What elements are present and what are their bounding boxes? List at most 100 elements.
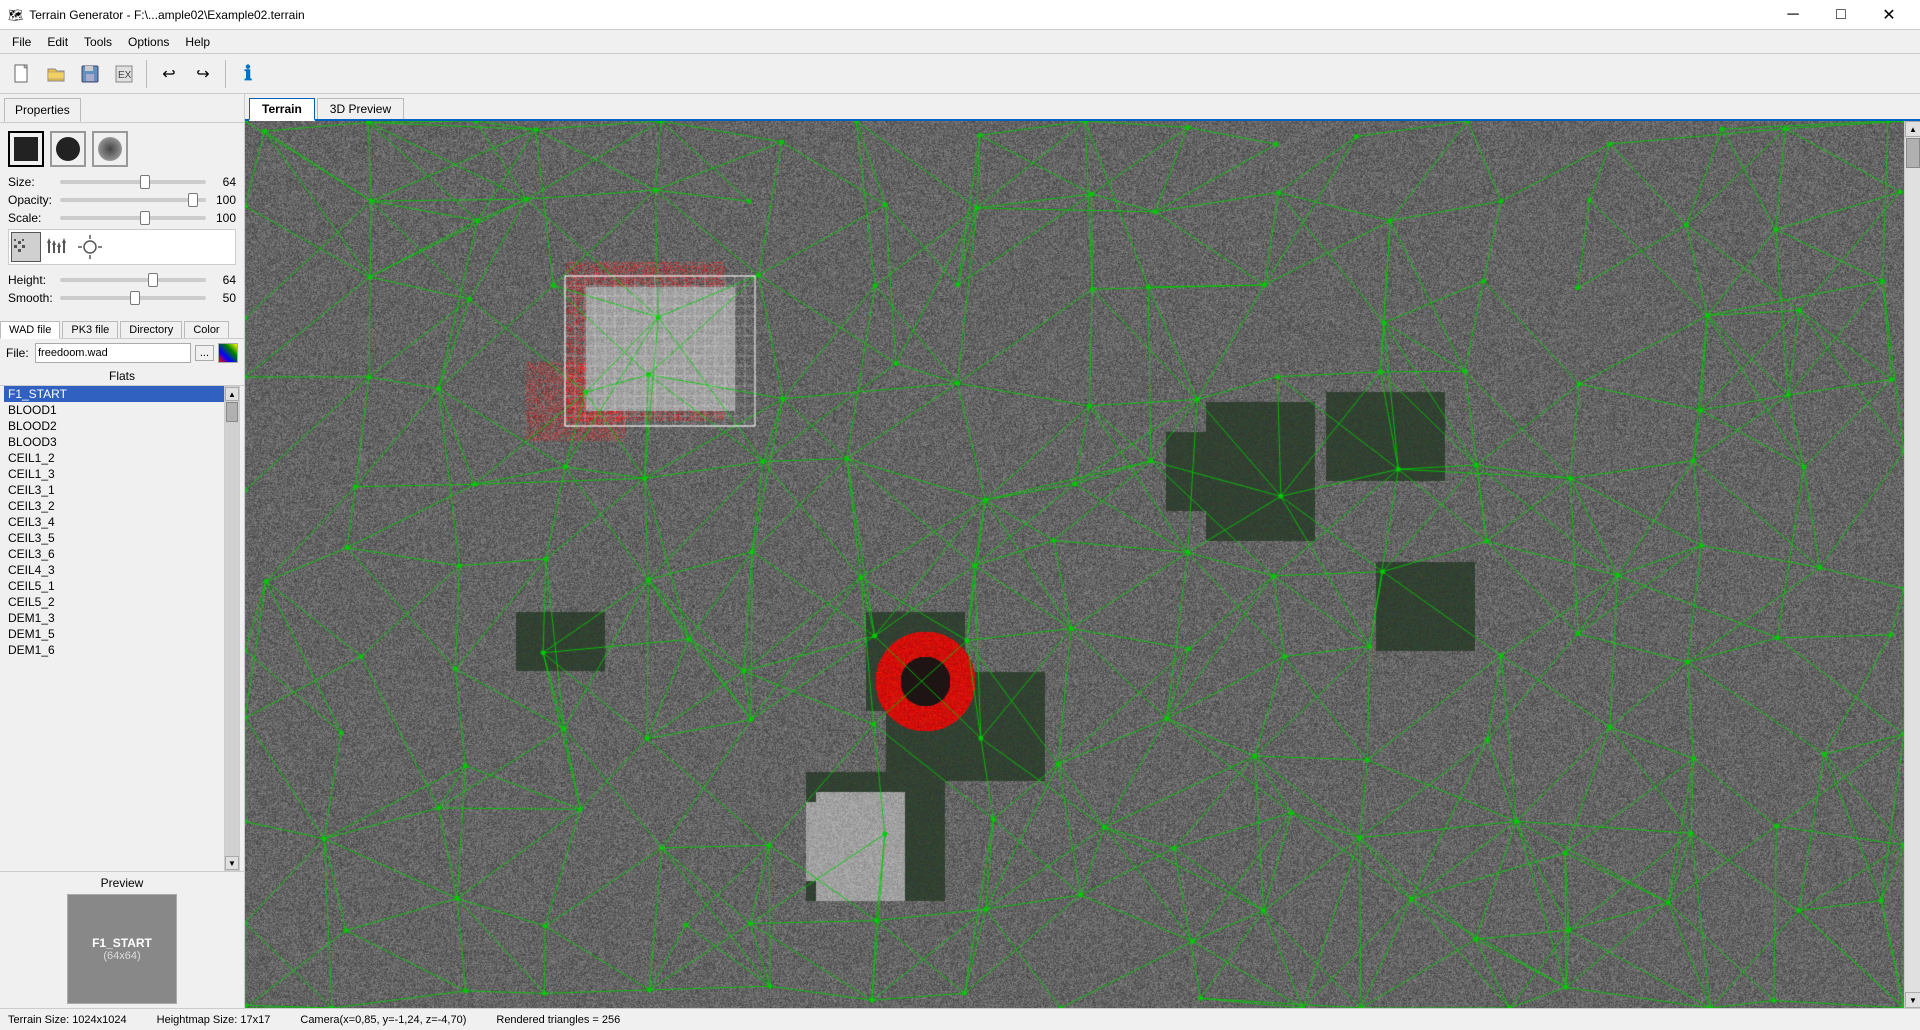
menu-item-file[interactable]: File	[4, 33, 39, 51]
flats-list: F1_STARTBLOOD1BLOOD2BLOOD3CEIL1_2CEIL1_3…	[4, 386, 224, 871]
flat-item[interactable]: CEIL1_3	[4, 466, 224, 482]
height-label: Height:	[8, 273, 60, 287]
tab-3d-preview[interactable]: 3D Preview	[317, 98, 404, 119]
opacity-label: Opacity:	[8, 193, 60, 207]
file-input[interactable]	[35, 343, 191, 363]
height-track[interactable]	[60, 278, 206, 282]
brush-soft[interactable]	[92, 131, 128, 167]
flat-item[interactable]: CEIL3_2	[4, 498, 224, 514]
tool-icons-panel	[8, 229, 236, 265]
tab-color[interactable]: Color	[184, 321, 228, 338]
preview-texture-name: F1_START	[92, 936, 152, 950]
size-slider-row: Size: 64	[8, 175, 236, 189]
canvas-area: ▲ ▼	[245, 121, 1920, 1008]
status-terrain-size: Terrain Size: 1024x1024	[8, 1014, 127, 1026]
flats-scroll-down[interactable]: ▼	[225, 856, 239, 870]
scroll-down-button[interactable]: ▼	[1905, 992, 1920, 1008]
flats-label: Flats	[0, 367, 244, 386]
status-camera: Camera(x=0,85, y=-1,24, z=-4,70)	[300, 1014, 466, 1026]
properties-content: Size: 64 Opacity: 100 Scale:	[0, 123, 244, 317]
tool-raise[interactable]	[43, 232, 73, 262]
flat-item[interactable]: BLOOD2	[4, 418, 224, 434]
app-icon: 🗺	[8, 8, 23, 22]
smooth-value: 50	[206, 291, 236, 305]
scale-slider-row: Scale: 100	[8, 211, 236, 225]
titlebar-controls: ─ □ ✕	[1770, 0, 1912, 30]
color-picker-button[interactable]	[218, 343, 238, 363]
flat-item[interactable]: CEIL3_1	[4, 482, 224, 498]
flats-scroll-track[interactable]	[225, 401, 239, 856]
flat-item[interactable]: BLOOD1	[4, 402, 224, 418]
scroll-up-button[interactable]: ▲	[1905, 121, 1920, 137]
opacity-thumb[interactable]	[188, 193, 198, 207]
toolbar: EX ↩ ↪ ℹ	[0, 54, 1920, 94]
flat-item[interactable]: DEM1_3	[4, 610, 224, 626]
app-title: Terrain Generator - F:\...ample02\Exampl…	[29, 8, 304, 22]
flat-item[interactable]: CEIL1_2	[4, 450, 224, 466]
menu-item-tools[interactable]: Tools	[76, 33, 120, 51]
titlebar: 🗺 Terrain Generator - F:\...ample02\Exam…	[0, 0, 1920, 30]
size-label: Size:	[8, 175, 60, 189]
status-heightmap-size: Heightmap Size: 17x17	[157, 1014, 271, 1026]
flat-item[interactable]: DEM1_5	[4, 626, 224, 642]
brush-square[interactable]	[8, 131, 44, 167]
tab-pk3-file[interactable]: PK3 file	[62, 321, 118, 338]
toolbar-separator	[146, 60, 147, 88]
redo-button[interactable]: ↪	[187, 58, 219, 90]
flat-item[interactable]: CEIL3_5	[4, 530, 224, 546]
file-browse-button[interactable]: ...	[195, 345, 214, 361]
right-panel: Terrain 3D Preview ▲ ▼	[245, 94, 1920, 1008]
brush-circle[interactable]	[50, 131, 86, 167]
status-triangles: Rendered triangles = 256	[496, 1014, 620, 1026]
menu-item-edit[interactable]: Edit	[39, 33, 76, 51]
smooth-thumb[interactable]	[130, 291, 140, 305]
height-value: 64	[206, 273, 236, 287]
height-thumb[interactable]	[148, 273, 158, 287]
scroll-track[interactable]	[1905, 137, 1920, 992]
size-thumb[interactable]	[140, 175, 150, 189]
size-track[interactable]	[60, 180, 206, 184]
close-button[interactable]: ✕	[1866, 0, 1912, 30]
tool-scatter[interactable]	[11, 232, 41, 262]
flat-item[interactable]: BLOOD3	[4, 434, 224, 450]
view-tabs: Terrain 3D Preview	[245, 94, 1920, 121]
flat-item[interactable]: DEM1_6	[4, 642, 224, 658]
save-button[interactable]	[74, 58, 106, 90]
flats-scroll-thumb	[226, 402, 238, 422]
flats-scroll-up[interactable]: ▲	[225, 387, 239, 401]
menu-item-help[interactable]: Help	[177, 33, 218, 51]
menu-item-options[interactable]: Options	[120, 33, 177, 51]
info-button[interactable]: ℹ	[232, 58, 264, 90]
scale-track[interactable]	[60, 216, 206, 220]
tool-smooth-brush[interactable]	[75, 232, 105, 262]
flats-container: F1_STARTBLOOD1BLOOD2BLOOD3CEIL1_2CEIL1_3…	[4, 386, 240, 871]
tab-terrain[interactable]: Terrain	[249, 98, 315, 121]
new-button[interactable]	[6, 58, 38, 90]
export-button[interactable]: EX	[108, 58, 140, 90]
flat-item[interactable]: CEIL5_2	[4, 594, 224, 610]
flat-item[interactable]: CEIL4_3	[4, 562, 224, 578]
flat-item[interactable]: CEIL5_1	[4, 578, 224, 594]
maximize-button[interactable]: □	[1818, 0, 1864, 30]
right-scrollbar: ▲ ▼	[1904, 121, 1920, 1008]
tab-wad-file[interactable]: WAD file	[0, 321, 60, 339]
main-canvas[interactable]	[245, 121, 1904, 1008]
flat-item[interactable]: CEIL3_6	[4, 546, 224, 562]
undo-button[interactable]: ↩	[153, 58, 185, 90]
preview-section: Preview F1_START (64x64)	[0, 871, 244, 1008]
scale-thumb[interactable]	[140, 211, 150, 225]
open-button[interactable]	[40, 58, 72, 90]
minimize-button[interactable]: ─	[1770, 0, 1816, 30]
flat-item[interactable]: F1_START	[4, 386, 224, 402]
brush-row	[8, 131, 236, 167]
tab-directory[interactable]: Directory	[120, 321, 182, 338]
properties-tab-button[interactable]: Properties	[4, 98, 81, 122]
flat-item[interactable]: CEIL3_4	[4, 514, 224, 530]
file-label: File:	[6, 346, 31, 360]
bottom-section: WAD file PK3 file Directory Color File: …	[0, 317, 244, 1008]
smooth-track[interactable]	[60, 296, 206, 300]
left-panel: Properties Size:	[0, 94, 245, 1008]
terrain-canvas[interactable]	[245, 121, 1904, 1008]
opacity-track[interactable]	[60, 198, 206, 202]
properties-tab: Properties	[0, 94, 244, 123]
